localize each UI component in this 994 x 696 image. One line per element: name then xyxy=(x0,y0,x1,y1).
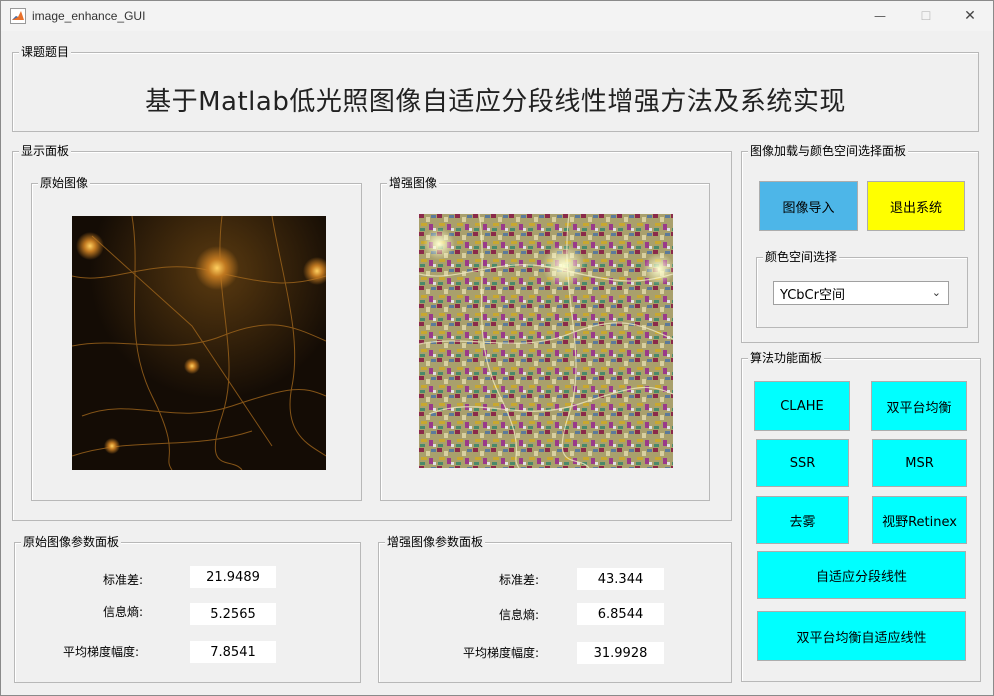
enhanced-image-panel: 增强图像 xyxy=(380,176,710,501)
algorithm-panel-legend: 算法功能面板 xyxy=(748,351,825,366)
enh-std-label: 标准差: xyxy=(498,573,539,587)
dual-platform-button[interactable]: 双平台均衡 xyxy=(871,381,967,431)
original-params-legend: 原始图像参数面板 xyxy=(21,535,122,550)
enhanced-image-legend: 增强图像 xyxy=(387,176,440,191)
orig-gradient-value: 7.8541 xyxy=(190,641,276,663)
enh-entropy-label: 信息熵: xyxy=(498,608,539,622)
enh-std-value: 43.344 xyxy=(577,568,664,590)
enh-gradient-label: 平均梯度幅度: xyxy=(462,646,539,660)
import-image-button[interactable]: 图像导入 xyxy=(759,181,858,231)
maximize-button[interactable]: ☐ xyxy=(903,1,949,31)
original-image xyxy=(72,216,326,470)
exit-button[interactable]: 退出系统 xyxy=(867,181,965,231)
minimize-button[interactable]: — xyxy=(857,1,903,31)
maximize-icon: ☐ xyxy=(920,9,932,23)
original-image-legend: 原始图像 xyxy=(38,176,91,191)
dehaze-button[interactable]: 去雾 xyxy=(756,496,849,544)
close-button[interactable]: ✕ xyxy=(947,1,993,31)
color-space-legend: 颜色空间选择 xyxy=(763,250,840,265)
color-space-panel: 颜色空间选择 YCbCr空间 ⌄ xyxy=(756,250,968,328)
enh-entropy-value: 6.8544 xyxy=(577,603,664,625)
minimize-icon: — xyxy=(874,9,886,23)
close-icon: ✕ xyxy=(964,8,976,24)
adaptive-piecewise-linear-button[interactable]: 自适应分段线性 xyxy=(757,551,966,599)
title-panel: 课题题目 基于Matlab低光照图像自适应分段线性增强方法及系统实现 xyxy=(12,45,979,132)
msr-button[interactable]: MSR xyxy=(872,439,967,487)
orig-entropy-label: 信息熵: xyxy=(102,605,143,619)
enhanced-image xyxy=(419,214,673,468)
clahe-button[interactable]: CLAHE xyxy=(754,381,850,431)
enhanced-params-panel: 增强图像参数面板 标准差: 43.344 信息熵: 6.8544 平均梯度幅度:… xyxy=(378,535,732,683)
dual-platform-adaptive-linear-button[interactable]: 双平台均衡自适应线性 xyxy=(757,611,966,661)
enh-gradient-value: 31.9928 xyxy=(577,642,664,664)
load-panel-legend: 图像加载与颜色空间选择面板 xyxy=(748,144,909,159)
orig-std-label: 标准差: xyxy=(102,573,143,587)
title-bar[interactable]: image_enhance_GUI — ☐ ✕ xyxy=(1,1,993,31)
title-panel-legend: 课题题目 xyxy=(19,45,72,60)
original-params-panel: 原始图像参数面板 标准差: 21.9489 信息熵: 5.2565 平均梯度幅度… xyxy=(14,535,361,683)
retinex-button[interactable]: 视野Retinex xyxy=(872,496,967,544)
orig-std-value: 21.9489 xyxy=(190,566,276,588)
project-title: 基于Matlab低光照图像自适应分段线性增强方法及系统实现 xyxy=(145,87,846,117)
orig-gradient-label: 平均梯度幅度: xyxy=(62,645,139,659)
matlab-icon xyxy=(10,8,26,24)
original-image-panel: 原始图像 xyxy=(31,176,362,501)
load-panel: 图像加载与颜色空间选择面板 图像导入 退出系统 颜色空间选择 YCbCr空间 ⌄ xyxy=(741,144,979,343)
app-window: image_enhance_GUI — ☐ ✕ 课题题目 基于Matlab低光照… xyxy=(0,0,994,696)
ssr-button[interactable]: SSR xyxy=(756,439,849,487)
display-panel: 显示面板 原始图像 增强图像 xyxy=(12,144,732,521)
enhanced-params-legend: 增强图像参数面板 xyxy=(385,535,486,550)
color-space-select[interactable]: YCbCr空间 ⌄ xyxy=(773,281,949,305)
orig-entropy-value: 5.2565 xyxy=(190,603,276,625)
algorithm-panel: 算法功能面板 CLAHE 双平台均衡 SSR MSR 去雾 视野Retinex … xyxy=(741,351,981,682)
chevron-down-icon: ⌄ xyxy=(931,286,941,299)
color-space-value: YCbCr空间 xyxy=(780,287,845,303)
display-panel-legend: 显示面板 xyxy=(19,144,72,159)
window-title: image_enhance_GUI xyxy=(32,9,146,23)
